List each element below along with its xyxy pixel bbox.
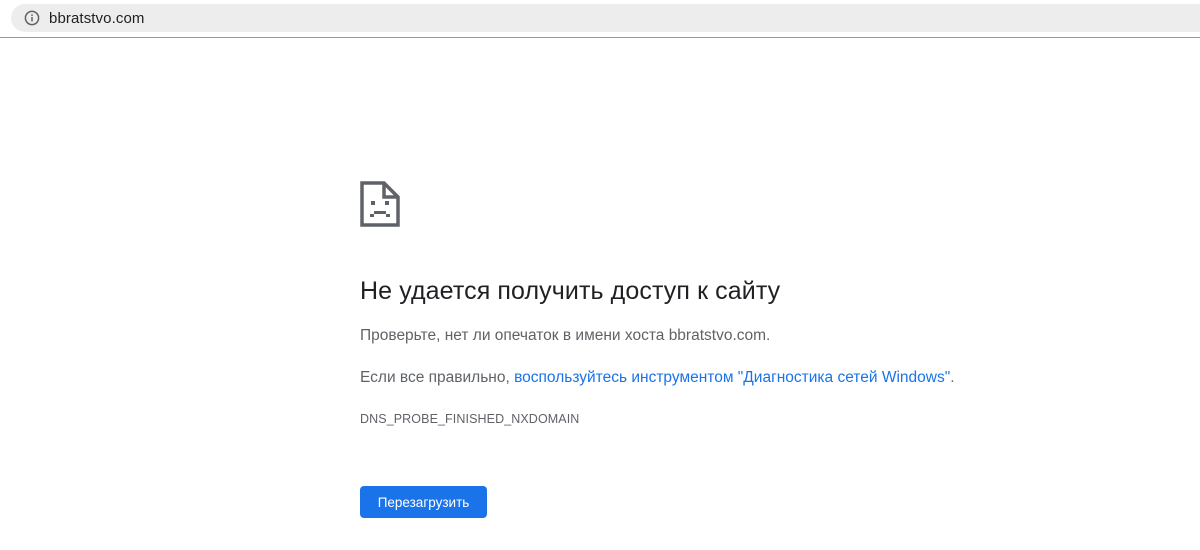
sad-page-icon	[360, 181, 400, 227]
suggestion-prefix: Если все правильно,	[360, 369, 515, 386]
address-bar[interactable]: bbratstvo.com	[11, 4, 1200, 32]
page-title: Не удается получить доступ к сайту	[360, 277, 781, 305]
browser-toolbar: bbratstvo.com	[0, 0, 1200, 38]
network-diagnostics-link[interactable]: воспользуйтесь инструментом "Диагностика…	[514, 369, 950, 386]
typo-hint: Проверьте, нет ли опечаток в имени хоста…	[360, 327, 771, 344]
reload-button[interactable]: Перезагрузить	[360, 486, 487, 518]
suggestion-suffix: .	[950, 369, 955, 386]
diagnostics-suggestion: Если все правильно, воспользуйтесь инстр…	[360, 369, 955, 387]
url-text[interactable]: bbratstvo.com	[49, 10, 145, 27]
error-code: DNS_PROBE_FINISHED_NXDOMAIN	[360, 412, 580, 426]
info-circle-icon[interactable]	[21, 7, 43, 29]
